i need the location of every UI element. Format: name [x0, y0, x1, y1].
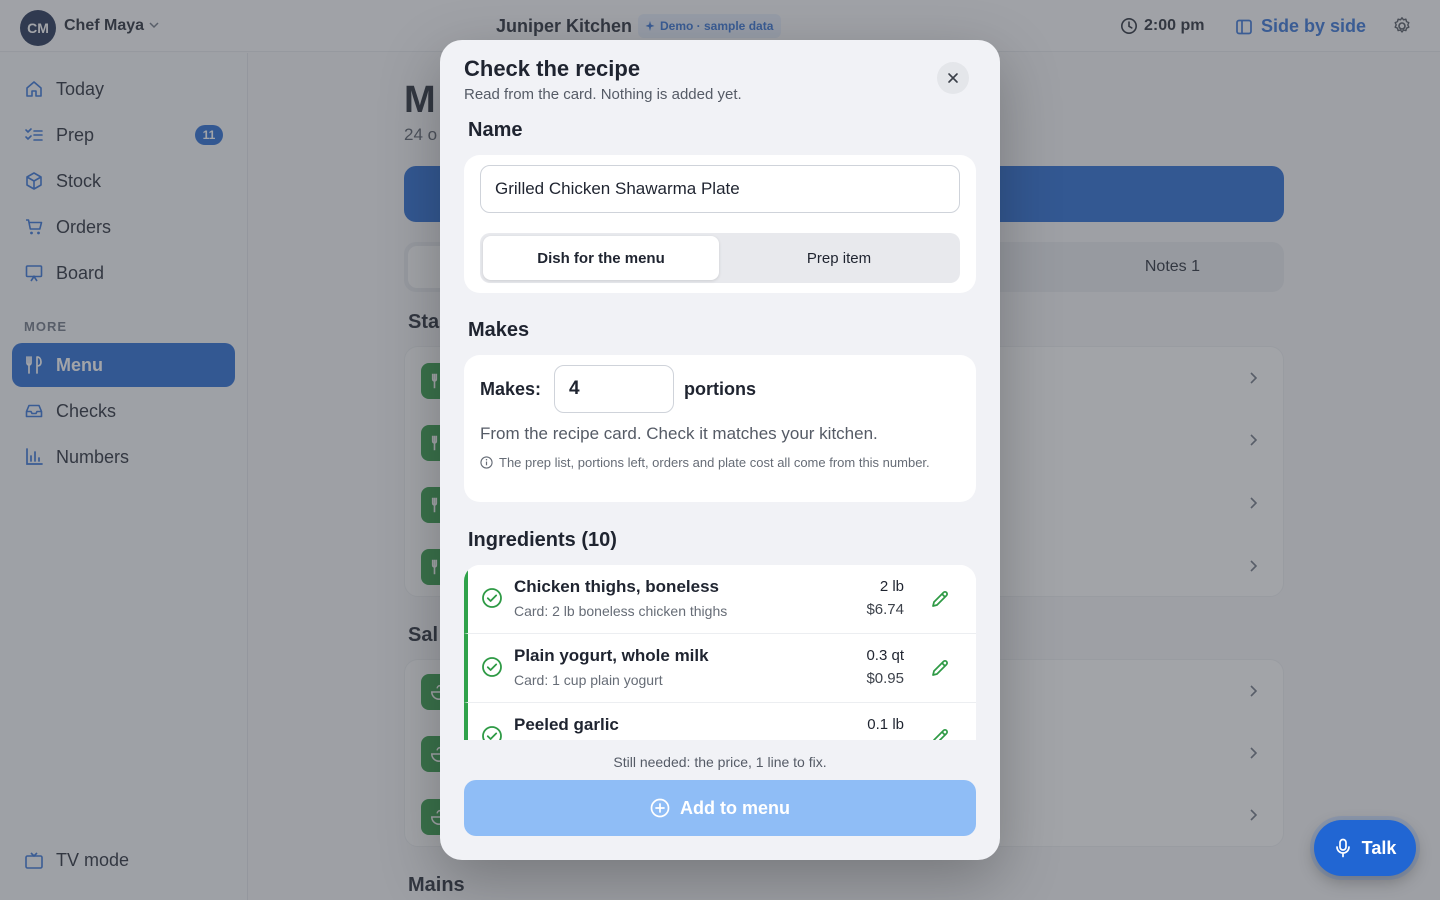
ingredient-row[interactable]: Plain yogurt, whole milk Card: 1 cup pla…	[464, 634, 976, 703]
makes-heading: Makes	[468, 319, 530, 341]
talk-label: Talk	[1361, 837, 1397, 858]
pencil-icon[interactable]	[930, 658, 950, 678]
close-icon	[947, 72, 959, 84]
check-circle-icon	[481, 656, 503, 678]
ingredient-quantity: 0.1 lb	[867, 716, 904, 733]
makes-info: The prep list, portions left, orders and…	[480, 453, 960, 472]
dialog-subtitle: Read from the card. Nothing is added yet…	[464, 86, 742, 103]
ingredient-card-text: Card: 2 lb boneless chicken thighs	[514, 603, 728, 619]
ingredient-quantity: 0.3 qt	[866, 647, 904, 664]
info-icon	[480, 453, 493, 472]
type-option-prep[interactable]: Prep item	[721, 236, 957, 280]
makes-label: Makes:	[480, 379, 542, 399]
ingredient-name: Plain yogurt, whole milk	[514, 646, 709, 665]
makes-unit: portions	[684, 379, 756, 399]
ingredient-row[interactable]: Peeled garlic 0.1 lb	[464, 703, 976, 740]
recipe-name-input[interactable]: Grilled Chicken Shawarma Plate	[480, 165, 960, 213]
makes-info-text: The prep list, portions left, orders and…	[499, 455, 930, 470]
type-option-dish[interactable]: Dish for the menu	[483, 236, 719, 280]
talk-button[interactable]: Talk	[1314, 820, 1416, 876]
recipe-type-toggle: Dish for the menu Prep item	[480, 233, 960, 283]
pencil-icon[interactable]	[930, 589, 950, 609]
ingredient-name: Peeled garlic	[514, 715, 619, 734]
ingredients-list[interactable]: Chicken thighs, boneless Card: 2 lb bone…	[464, 565, 976, 740]
ingredients-heading: Ingredients (10)	[468, 529, 617, 551]
still-needed-text: Still needed: the price, 1 line to fix.	[613, 754, 827, 770]
check-circle-icon	[481, 725, 503, 740]
name-heading: Name	[468, 119, 523, 141]
check-circle-icon	[481, 587, 503, 609]
check-recipe-dialog: Check the recipe Read from the card. Not…	[440, 40, 1000, 860]
ingredient-name: Chicken thighs, boneless	[514, 577, 719, 596]
name-card: Grilled Chicken Shawarma Plate Dish for …	[464, 155, 976, 293]
add-to-menu-label: Add to menu	[680, 797, 790, 818]
ingredient-cost: $6.74	[866, 601, 904, 618]
plus-circle-icon	[650, 798, 670, 818]
ingredient-cost: $0.95	[866, 670, 904, 687]
close-button[interactable]	[937, 62, 969, 94]
makes-portions-input[interactable]: 4	[554, 365, 674, 413]
pencil-icon[interactable]	[930, 727, 950, 740]
ingredient-row[interactable]: Chicken thighs, boneless Card: 2 lb bone…	[464, 565, 976, 634]
makes-note: From the recipe card. Check it matches y…	[480, 424, 878, 443]
microphone-icon	[1334, 838, 1352, 858]
makes-card: Makes: 4 portions From the recipe card. …	[464, 355, 976, 502]
dialog-title: Check the recipe	[464, 56, 641, 81]
ingredient-card-text: Card: 1 cup plain yogurt	[514, 672, 663, 688]
ingredient-quantity: 2 lb	[879, 578, 904, 595]
add-to-menu-button[interactable]: Add to menu	[464, 780, 976, 836]
